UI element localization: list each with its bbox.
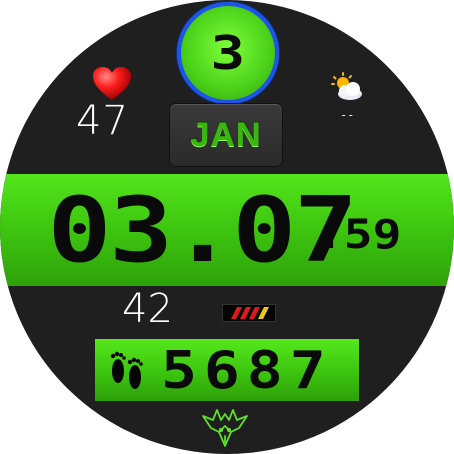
heart-icon <box>93 67 131 100</box>
time-seconds: .59 <box>314 212 402 258</box>
dragon-logo-icon <box>202 409 248 447</box>
footprints-icon <box>110 351 143 389</box>
steps-value: 5687 <box>161 341 333 401</box>
day-indicator[interactable]: 3 <box>177 2 279 104</box>
month-box[interactable]: JAN <box>170 104 282 166</box>
time-hours-minutes: 03.07 <box>47 177 357 283</box>
temperature-value: 42 <box>122 286 173 332</box>
time-bar: 03.07 .59 <box>0 174 454 286</box>
heart-rate-value: 47 <box>76 98 129 144</box>
day-number: 3 <box>210 26 246 80</box>
watch-face: 3 47 -- JAN 03.07 .59 42 5687 <box>0 0 454 454</box>
battery-stripes-icon <box>222 304 276 322</box>
steps-box[interactable]: 5687 <box>95 339 359 401</box>
weather-value: -- <box>340 108 355 122</box>
month-label: JAN <box>190 115 262 154</box>
partly-cloudy-icon <box>331 72 362 100</box>
